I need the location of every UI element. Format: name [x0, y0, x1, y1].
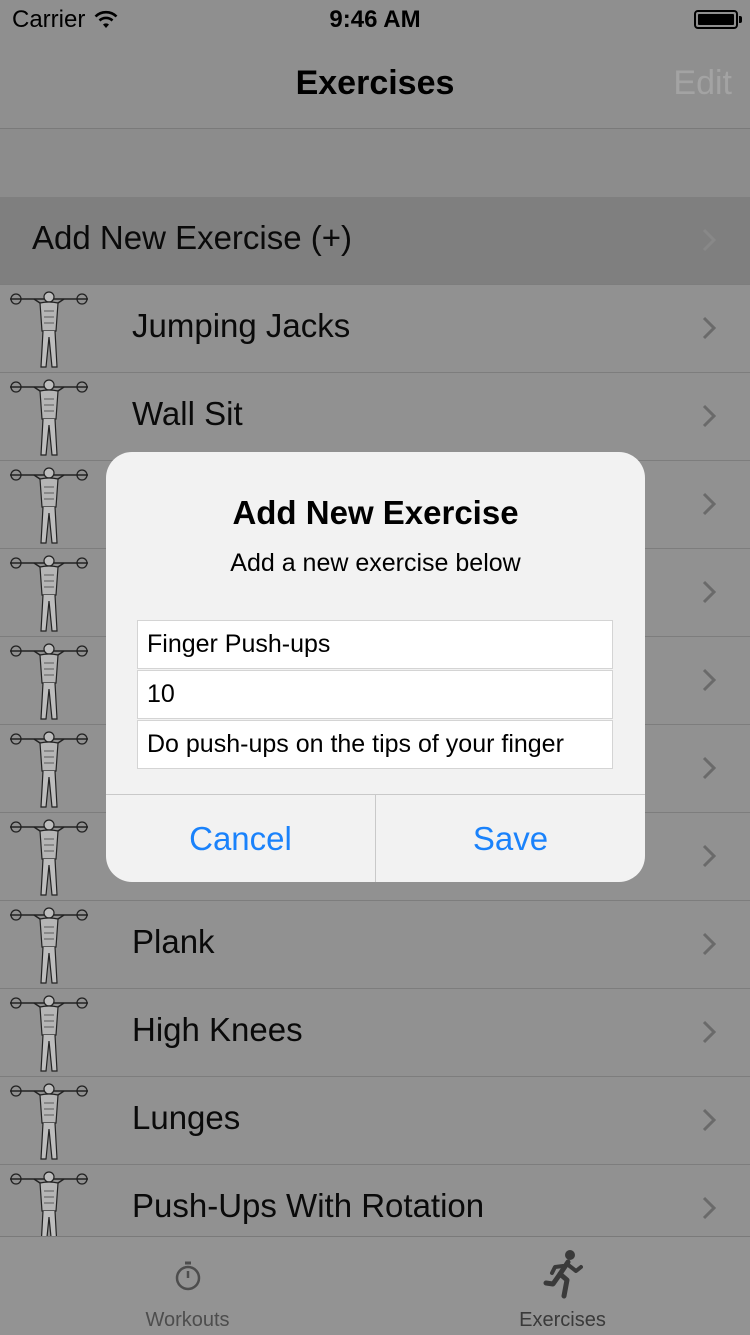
- exercise-row[interactable]: Plank: [0, 901, 750, 989]
- chevron-right-icon: [702, 668, 717, 692]
- save-button[interactable]: Save: [376, 795, 645, 882]
- exercise-name-field[interactable]: Finger Push-ups: [137, 620, 613, 669]
- chevron-right-icon: [702, 228, 717, 252]
- exercise-row[interactable]: High Knees: [0, 989, 750, 1077]
- chevron-right-icon: [702, 932, 717, 956]
- exercise-thumbnail-icon: [10, 731, 88, 808]
- chevron-right-icon: [702, 316, 717, 340]
- exercise-name: Jumping Jacks: [132, 307, 351, 344]
- dialog-actions: Cancel Save: [106, 794, 645, 882]
- exercise-thumbnail-icon: [10, 643, 88, 720]
- page-title: Exercises: [295, 64, 455, 102]
- status-bar: Carrier 9:46 AM: [0, 0, 750, 40]
- chevron-right-icon: [702, 756, 717, 780]
- add-exercise-label: Add New Exercise (+): [32, 219, 353, 256]
- table-header-spacer: [0, 129, 750, 197]
- exercise-name: Wall Sit: [132, 395, 243, 432]
- exercise-thumbnail-icon: [10, 907, 88, 984]
- tab-exercises[interactable]: Exercises: [375, 1237, 750, 1335]
- add-exercise-dialog: Add New Exercise Add a new exercise belo…: [106, 452, 645, 882]
- stopwatch-icon: [175, 1261, 200, 1291]
- exercise-thumbnail-icon: [10, 1083, 88, 1160]
- chevron-right-icon: [702, 1020, 717, 1044]
- exercise-row[interactable]: Lunges: [0, 1077, 750, 1165]
- chevron-right-icon: [702, 1196, 717, 1220]
- add-exercise-row[interactable]: Add New Exercise (+): [0, 197, 750, 285]
- chevron-right-icon: [702, 580, 717, 604]
- tab-bar: Workouts Exercises: [0, 1236, 750, 1335]
- exercise-row[interactable]: Jumping Jacks: [0, 285, 750, 373]
- chevron-right-icon: [702, 492, 717, 516]
- exercise-thumbnail-icon: [10, 291, 88, 368]
- dialog-message: Add a new exercise below: [230, 549, 521, 577]
- chevron-right-icon: [702, 404, 717, 428]
- navigation-bar: Exercises Edit: [0, 40, 750, 129]
- exercise-thumbnail-icon: [10, 467, 88, 544]
- exercise-name: Plank: [132, 923, 215, 960]
- exercise-thumbnail-icon: [10, 379, 88, 456]
- exercise-thumbnail-icon: [10, 819, 88, 896]
- cancel-button[interactable]: Cancel: [106, 795, 376, 882]
- status-time: 9:46 AM: [329, 6, 421, 33]
- exercise-thumbnail-icon: [10, 555, 88, 632]
- exercise-name: Push-Ups With Rotation: [132, 1187, 485, 1224]
- tab-workouts-label: Workouts: [145, 1309, 230, 1331]
- chevron-right-icon: [702, 1108, 717, 1132]
- edit-button[interactable]: Edit: [673, 64, 732, 103]
- chevron-right-icon: [702, 844, 717, 868]
- exercise-name: High Knees: [132, 1011, 303, 1048]
- exercise-thumbnail-icon: [10, 995, 88, 1072]
- exercise-description-field[interactable]: Do push-ups on the tips of your finger: [137, 720, 613, 769]
- battery-icon: [694, 10, 742, 29]
- tab-exercises-label: Exercises: [519, 1309, 606, 1331]
- runner-icon: [543, 1250, 583, 1299]
- exercise-name: Lunges: [132, 1099, 241, 1136]
- tab-workouts[interactable]: Workouts: [0, 1237, 375, 1335]
- exercise-row[interactable]: Wall Sit: [0, 373, 750, 461]
- exercise-reps-field[interactable]: 10: [137, 670, 613, 719]
- dialog-title: Add New Exercise: [232, 494, 519, 531]
